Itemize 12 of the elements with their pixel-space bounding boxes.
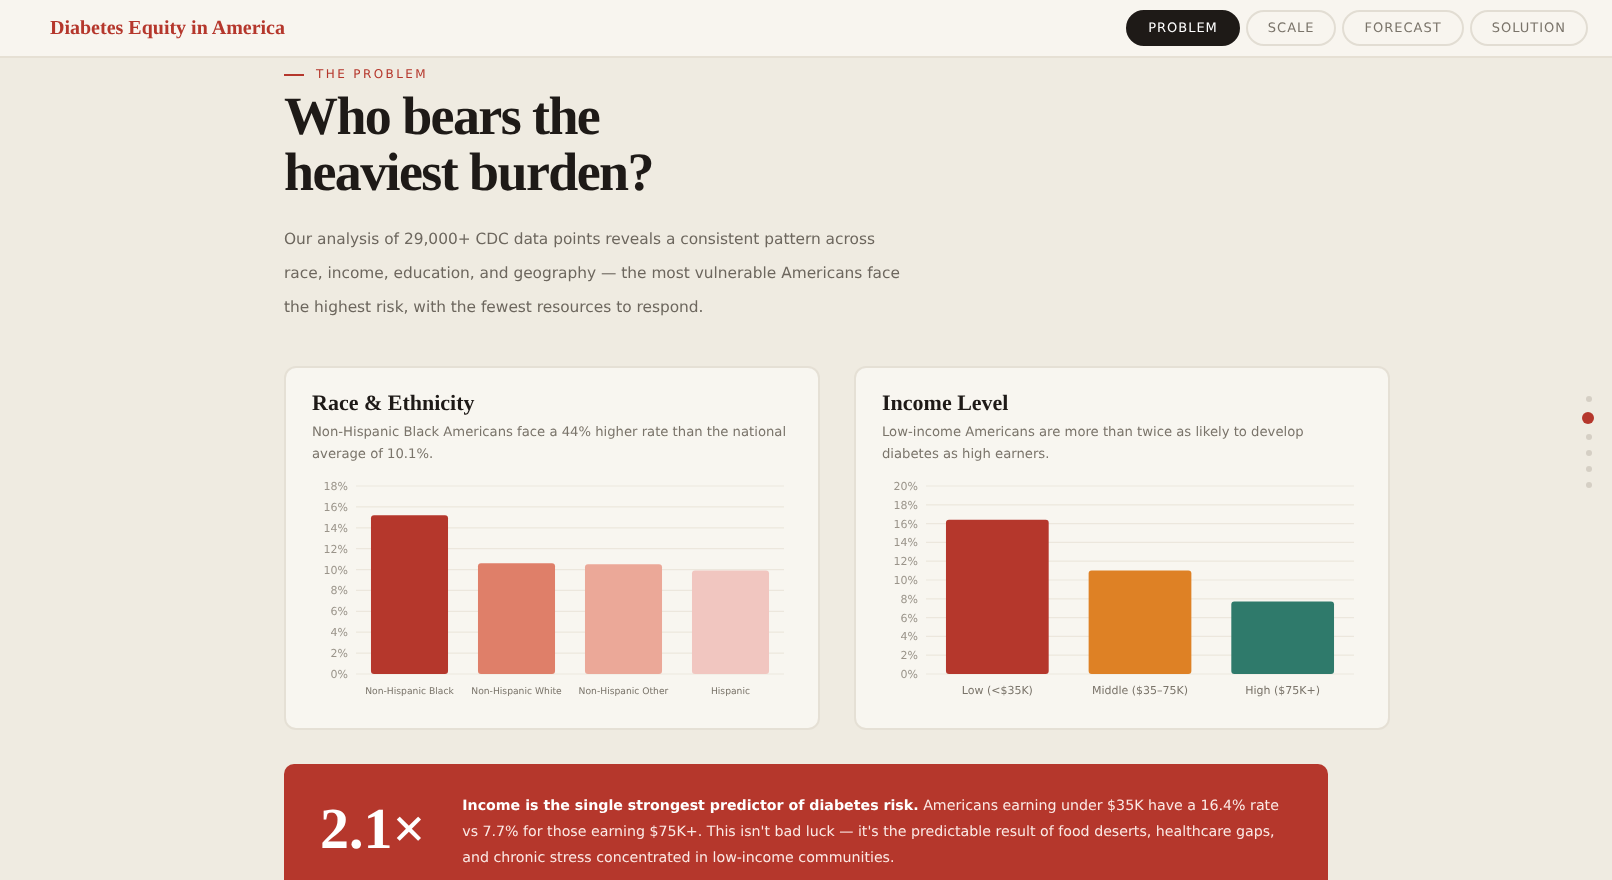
bar — [1231, 601, 1335, 674]
section-heading: Who bears the — [284, 88, 602, 144]
bar — [1088, 570, 1192, 674]
bar — [585, 564, 662, 674]
bar — [692, 570, 769, 674]
section-heading: heaviest burden? — [284, 144, 655, 200]
section-dot[interactable] — [1582, 412, 1594, 424]
site-title[interactable]: Diabetes Equity in America — [50, 17, 285, 39]
card-title: Race & Ethnicity — [312, 392, 477, 416]
card-title: Income Level — [882, 392, 1011, 416]
bar — [478, 563, 555, 674]
stat-value: 2.1× — [320, 798, 428, 864]
